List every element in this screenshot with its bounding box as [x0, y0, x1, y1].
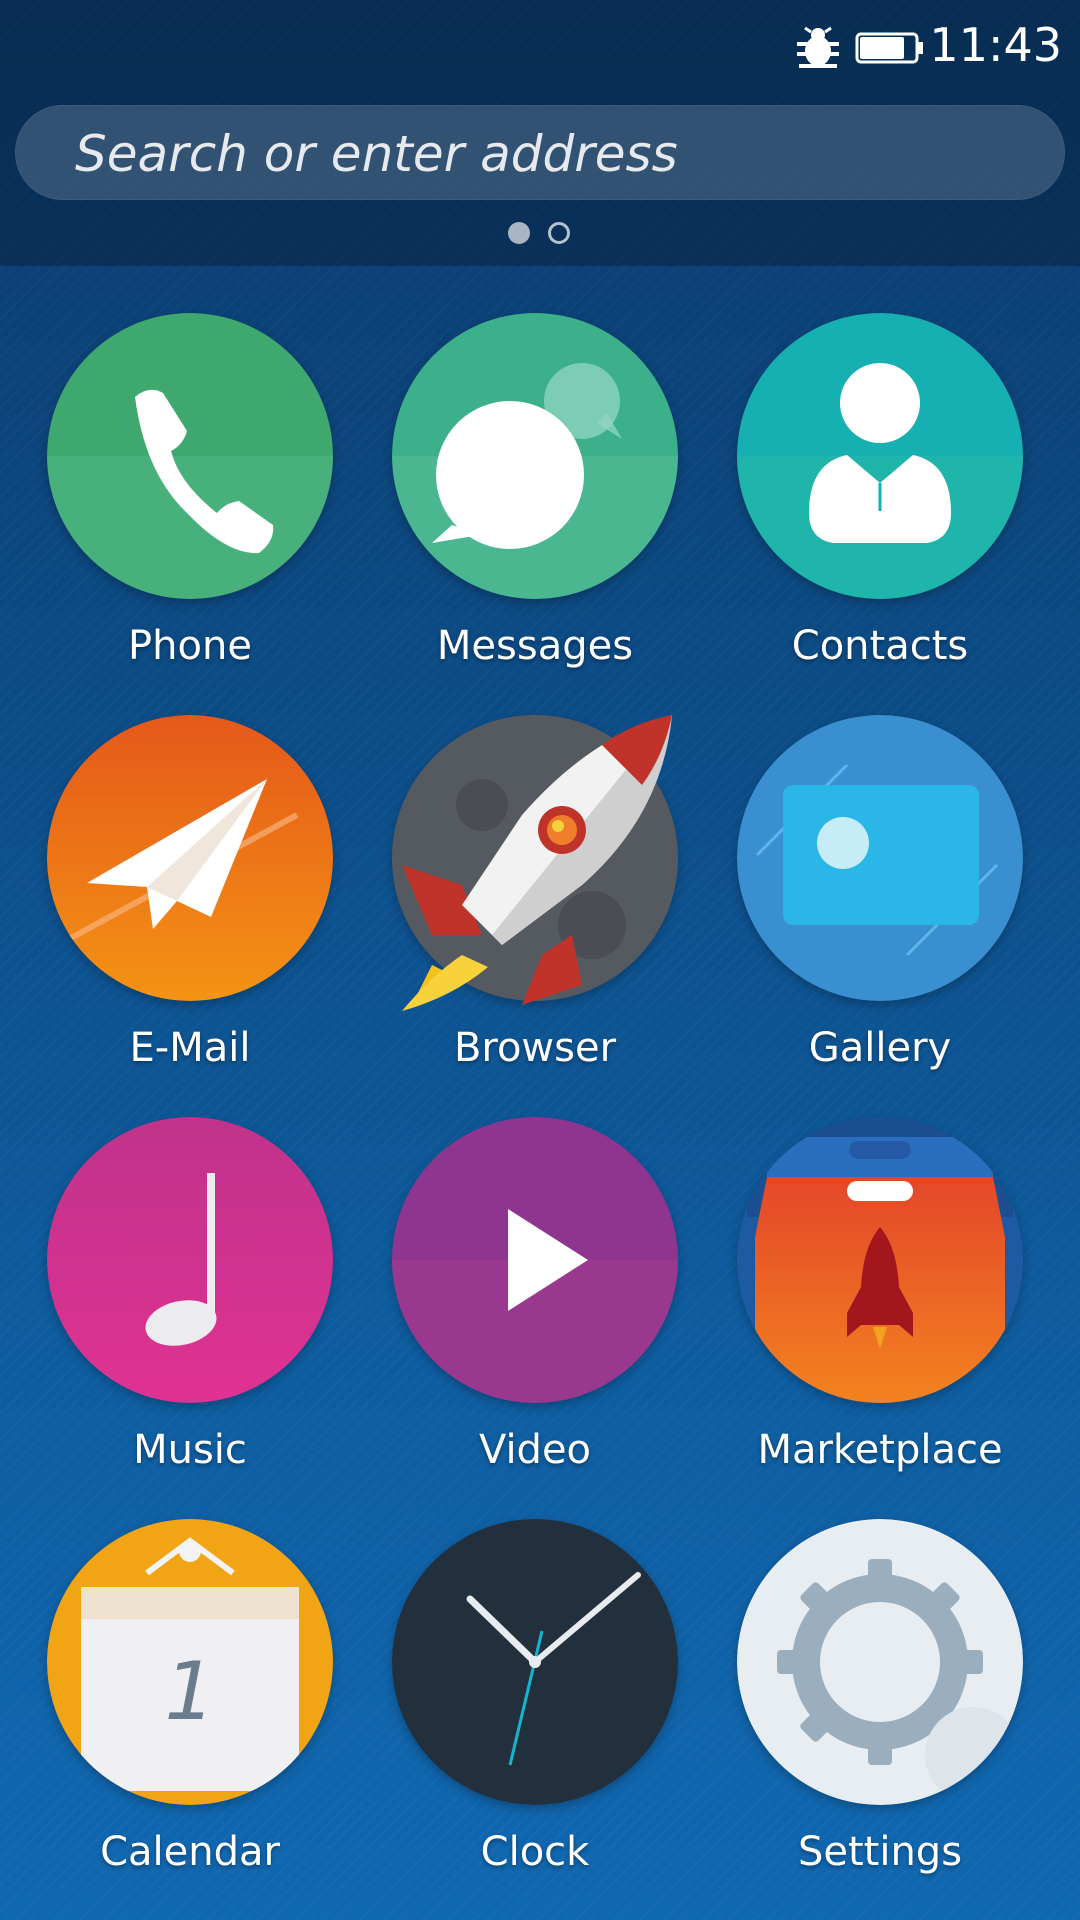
- messages-icon: [392, 313, 678, 599]
- status-bar: 11:43: [0, 0, 1080, 96]
- app-label: Music: [133, 1427, 247, 1473]
- app-label: Calendar: [100, 1829, 280, 1875]
- app-label: E-Mail: [129, 1025, 251, 1071]
- page-dot-active[interactable]: [508, 222, 530, 244]
- marketplace-icon: [737, 1117, 1023, 1403]
- browser-icon: [392, 715, 678, 1011]
- app-calendar[interactable]: 1 Calendar: [20, 1519, 360, 1919]
- app-label: Phone: [128, 623, 252, 669]
- video-icon: [392, 1117, 678, 1403]
- music-icon: [47, 1117, 333, 1403]
- app-messages[interactable]: Messages: [365, 313, 705, 713]
- search-placeholder: Search or enter address: [75, 125, 678, 183]
- app-browser[interactable]: Browser: [365, 715, 705, 1115]
- app-clock[interactable]: Clock: [365, 1519, 705, 1919]
- app-phone[interactable]: Phone: [20, 313, 360, 713]
- app-marketplace[interactable]: Marketplace: [710, 1117, 1050, 1517]
- app-label: Messages: [436, 623, 634, 669]
- phone-icon: [47, 313, 333, 599]
- app-email[interactable]: E-Mail: [20, 715, 360, 1115]
- app-music[interactable]: Music: [20, 1117, 360, 1517]
- clock-icon: [392, 1519, 678, 1805]
- status-time: 11:43: [929, 18, 1062, 72]
- battery-icon: [855, 32, 923, 64]
- app-settings[interactable]: Settings: [710, 1519, 1050, 1919]
- app-video[interactable]: Video: [365, 1117, 705, 1517]
- settings-icon: [737, 1519, 1023, 1805]
- calendar-icon: 1: [47, 1519, 333, 1805]
- contacts-icon: [737, 313, 1023, 599]
- app-label: Gallery: [808, 1025, 952, 1071]
- app-label: Settings: [797, 1829, 963, 1875]
- app-label: Contacts: [791, 623, 969, 669]
- calendar-day: 1: [165, 1645, 216, 1738]
- app-contacts[interactable]: Contacts: [710, 313, 1050, 713]
- app-label: Video: [478, 1427, 592, 1473]
- search-input[interactable]: Search or enter address: [15, 105, 1065, 200]
- email-icon: [47, 715, 333, 1001]
- app-label: Browser: [453, 1025, 617, 1071]
- app-label: Marketplace: [757, 1427, 1003, 1473]
- app-label: Clock: [480, 1829, 590, 1875]
- gallery-icon: [737, 715, 1023, 1001]
- bug-icon: [797, 26, 839, 68]
- page-dot-inactive[interactable]: [548, 222, 570, 244]
- app-gallery[interactable]: Gallery: [710, 715, 1050, 1115]
- page-indicator: [508, 222, 578, 248]
